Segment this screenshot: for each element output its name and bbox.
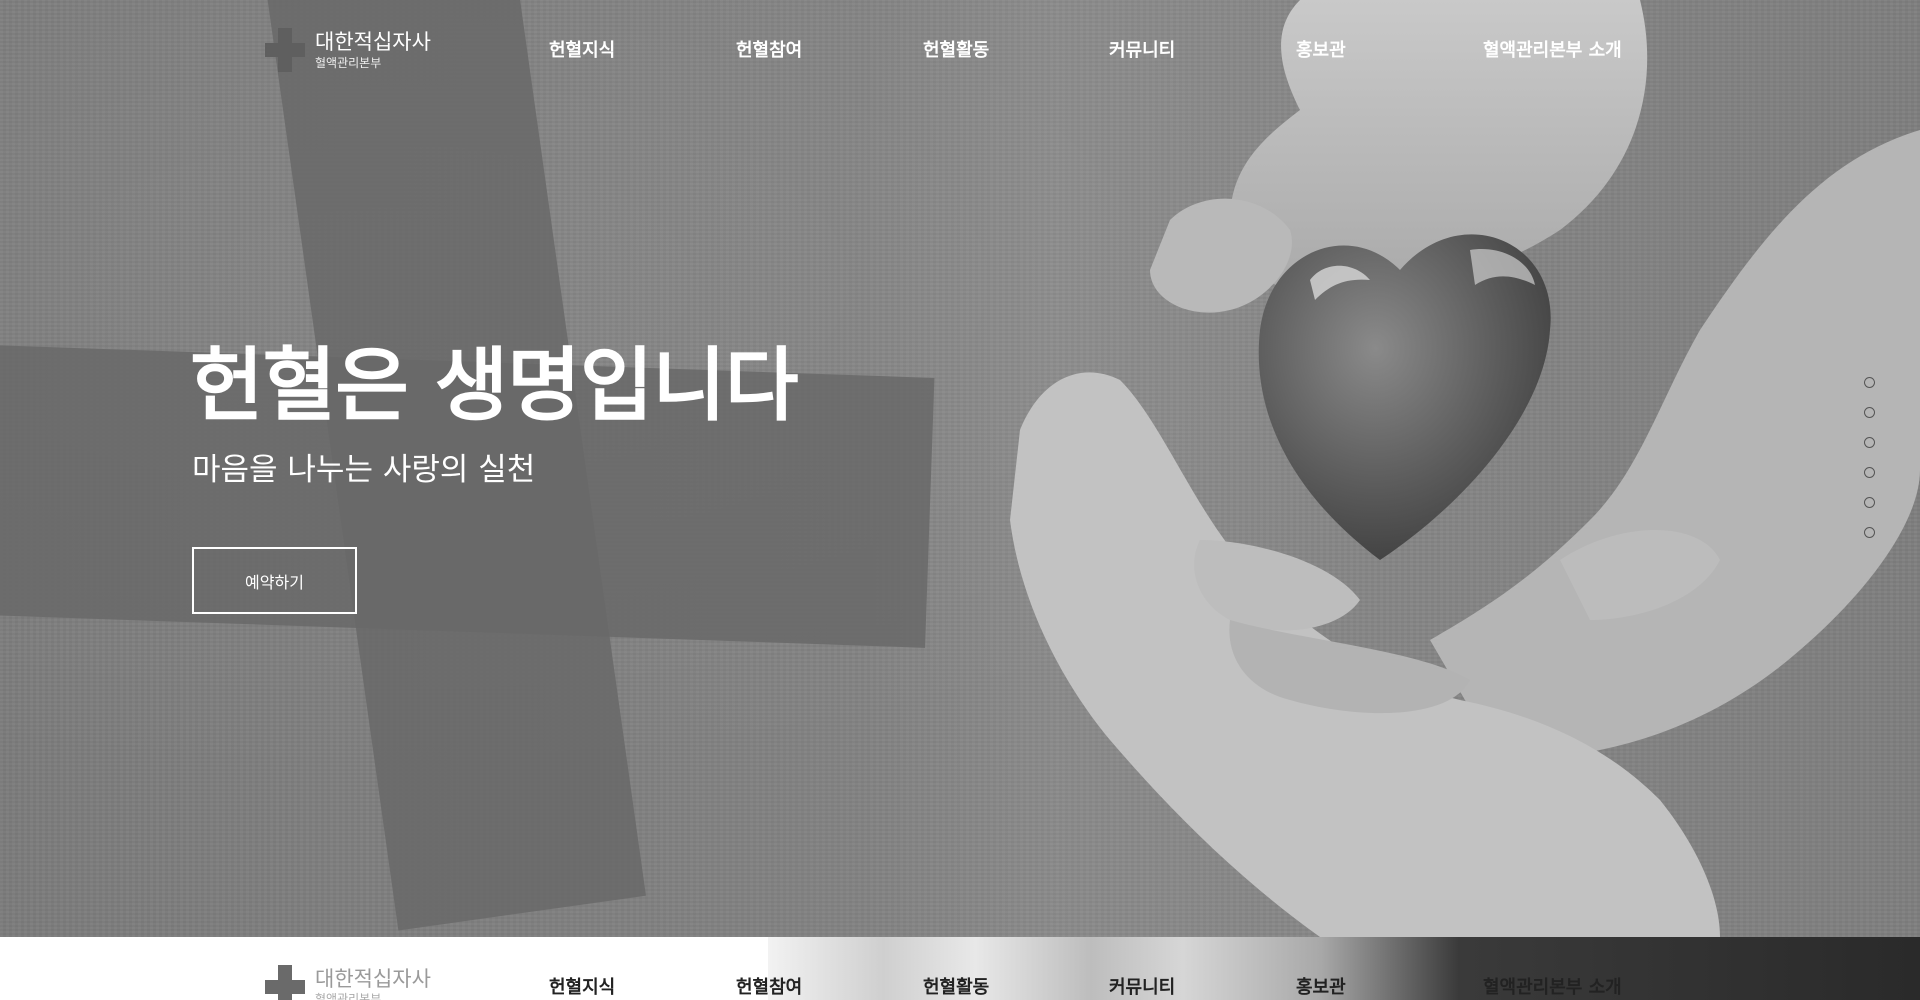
slide-dot-2[interactable] (1864, 407, 1875, 418)
sticky-logo-subtitle: 혈액관리본부 (315, 992, 382, 1000)
slide-dot-1[interactable] (1864, 377, 1875, 388)
slide-dot-3[interactable] (1864, 437, 1875, 448)
sticky-nav-item-pr-hall[interactable]: 홍보관 (1296, 973, 1346, 999)
sticky-nav-item-donation-participation[interactable]: 헌혈참여 (736, 973, 802, 999)
nav-item-donation-participation[interactable]: 헌혈참여 (736, 36, 802, 62)
hands-holding-heart-image (1000, 0, 1920, 937)
slide-dot-4[interactable] (1864, 467, 1875, 478)
nav-item-blood-knowledge[interactable]: 헌혈지식 (549, 36, 615, 62)
red-cross-icon (265, 965, 305, 1000)
sticky-nav-item-donation-activities[interactable]: 헌혈활동 (923, 973, 989, 999)
main-nav: 헌혈지식 헌혈참여 헌혈활동 커뮤니티 홍보관 혈액관리본부 소개 (0, 36, 1920, 66)
sticky-nav-item-community[interactable]: 커뮤니티 (1109, 973, 1175, 999)
sticky-nav-item-about[interactable]: 혈액관리본부 소개 (1483, 973, 1622, 999)
next-section-preview: 대한적십자사 혈액관리본부 헌혈지식 헌혈참여 헌혈활동 커뮤니티 홍보관 혈액… (0, 937, 1920, 1000)
heart-shape (1258, 234, 1551, 560)
slide-dot-6[interactable] (1864, 527, 1875, 538)
slide-dot-5[interactable] (1864, 497, 1875, 508)
nav-item-community[interactable]: 커뮤니티 (1109, 36, 1175, 62)
hero-title: 헌혈은 생명입니다 (190, 339, 799, 432)
sticky-logo[interactable]: 대한적십자사 혈액관리본부 (265, 965, 431, 1000)
hands-heart-illustration (1010, 0, 1920, 937)
reservation-button[interactable]: 예약하기 (192, 547, 357, 614)
slide-pagination (1864, 377, 1875, 557)
nav-item-about[interactable]: 혈액관리본부 소개 (1483, 36, 1622, 62)
site-header: 대한적십자사 혈액관리본부 헌혈지식 헌혈참여 헌혈활동 커뮤니티 홍보관 혈액… (0, 0, 1920, 100)
sticky-logo-text: 대한적십자사 혈액관리본부 (315, 967, 431, 1000)
sticky-nav-item-blood-knowledge[interactable]: 헌혈지식 (549, 973, 615, 999)
hero-subtitle: 마음을 나누는 사랑의 실천 (192, 452, 536, 488)
sticky-logo-title: 대한적십자사 (315, 967, 431, 991)
nav-item-pr-hall[interactable]: 홍보관 (1296, 36, 1346, 62)
nav-item-donation-activities[interactable]: 헌혈활동 (923, 36, 989, 62)
